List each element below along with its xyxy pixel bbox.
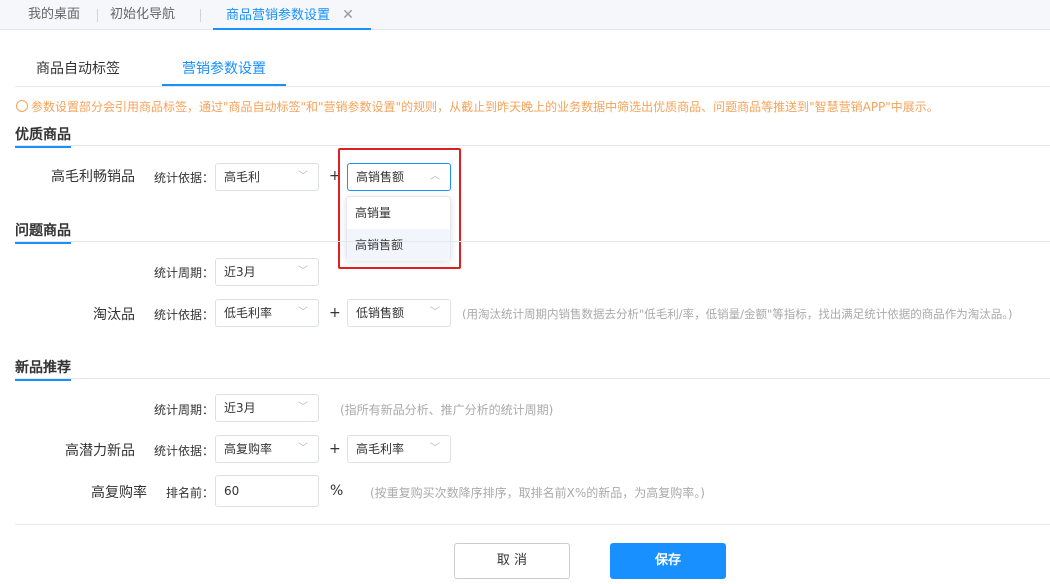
hint-text: 参数设置部分会引用商品标签，通过"商品自动标签"和"营销参数设置"的规则，从截止…	[31, 100, 939, 114]
section-divider	[15, 145, 1050, 146]
select-value: 近3月	[224, 265, 256, 279]
close-icon[interactable]: ✕	[342, 7, 354, 23]
tab-my-desktop[interactable]: 我的桌面	[28, 0, 80, 30]
subtab-marketing-params[interactable]: 营销参数设置	[162, 58, 286, 86]
basis-label: 统计依据：	[154, 444, 215, 458]
chevron-down-icon: ﹀	[298, 307, 308, 318]
tab-separator	[97, 9, 98, 22]
basis-select[interactable]: 高复购率 ﹀	[215, 435, 319, 463]
period-label: 统计周期：	[154, 403, 215, 417]
second-basis-select[interactable]: 高毛利率 ﹀	[347, 435, 451, 463]
chevron-down-icon: ﹀	[298, 402, 308, 413]
basis-select[interactable]: 低毛利率 ﹀	[215, 299, 319, 327]
select-value: 高毛利	[224, 170, 261, 184]
section-title-text: 优质商品	[15, 127, 71, 143]
save-button[interactable]: 保存	[610, 543, 726, 579]
section-title-text: 问题商品	[15, 223, 71, 239]
period-select[interactable]: 近3月 ﹀	[215, 258, 319, 286]
rank-percent-input[interactable]: 60	[215, 475, 319, 507]
subtab-auto-label[interactable]: 商品自动标签	[28, 58, 128, 86]
second-basis-select[interactable]: 低销售额 ﹀	[347, 299, 451, 327]
section-title-new: 新品推荐	[15, 357, 71, 381]
highlight-box	[338, 148, 461, 269]
basis-label: 统计依据：	[154, 308, 215, 322]
period-note: (指所有新品分析、推广分析的统计周期)	[340, 403, 554, 417]
basis-select[interactable]: 高毛利 ﹀	[215, 163, 319, 191]
chevron-down-icon: ﹀	[298, 171, 308, 182]
row-label-potential-new: 高潜力新品	[65, 443, 135, 459]
chevron-down-icon: ﹀	[430, 443, 440, 454]
select-value: 低毛利率	[224, 306, 273, 320]
section-divider	[15, 241, 1050, 242]
section-title-quality: 优质商品	[15, 124, 71, 148]
section-title-problem: 问题商品	[15, 220, 71, 244]
row-label-obsolete: 淘汰品	[93, 307, 135, 323]
obsolete-note: (用淘汰统计周期内销售数据去分析"低毛利/率，低销量/金额"等指标，找出满足统计…	[462, 307, 1013, 321]
tab-init-nav[interactable]: 初始化导航	[110, 0, 175, 30]
info-hint: 参数设置部分会引用商品标签，通过"商品自动标签"和"营销参数设置"的规则，从截止…	[16, 98, 939, 115]
tab-separator	[200, 9, 201, 22]
row-label-high-margin: 高毛利畅销品	[51, 169, 135, 185]
select-value: 高毛利率	[356, 442, 405, 456]
rank-note: (按重复购买次数降序排序，取排名前X%的新品，为高复购率。)	[370, 486, 705, 500]
top-tab-bar: 我的桌面 初始化导航 商品营销参数设置 ✕	[0, 0, 1050, 30]
row-label-repurchase: 高复购率	[91, 485, 147, 501]
percent-unit: %	[330, 483, 344, 499]
tab-marketing-params[interactable]: 商品营销参数设置 ✕	[213, 0, 371, 30]
basis-label: 统计依据：	[154, 171, 215, 185]
select-value: 低销售额	[356, 306, 405, 320]
select-value: 高复购率	[224, 442, 273, 456]
section-title-text: 新品推荐	[15, 360, 71, 376]
footer-divider	[15, 524, 1050, 525]
rank-label: 排名前：	[166, 486, 215, 500]
section-divider	[15, 378, 1050, 379]
period-select[interactable]: 近3月 ﹀	[215, 394, 319, 422]
cancel-button[interactable]: 取 消	[454, 543, 570, 579]
section-underline	[15, 379, 71, 381]
lightbulb-icon	[16, 100, 28, 112]
select-value: 近3月	[224, 401, 256, 415]
period-label: 统计周期：	[154, 266, 215, 280]
section-underline	[15, 242, 71, 244]
chevron-down-icon: ﹀	[298, 443, 308, 454]
plus-sign: +	[329, 441, 341, 457]
section-underline	[15, 146, 71, 148]
chevron-down-icon: ﹀	[430, 307, 440, 318]
tab-marketing-params-label: 商品营销参数设置	[226, 8, 331, 23]
chevron-down-icon: ﹀	[298, 266, 308, 277]
plus-sign: +	[329, 305, 341, 321]
subtab-divider	[15, 86, 1050, 87]
